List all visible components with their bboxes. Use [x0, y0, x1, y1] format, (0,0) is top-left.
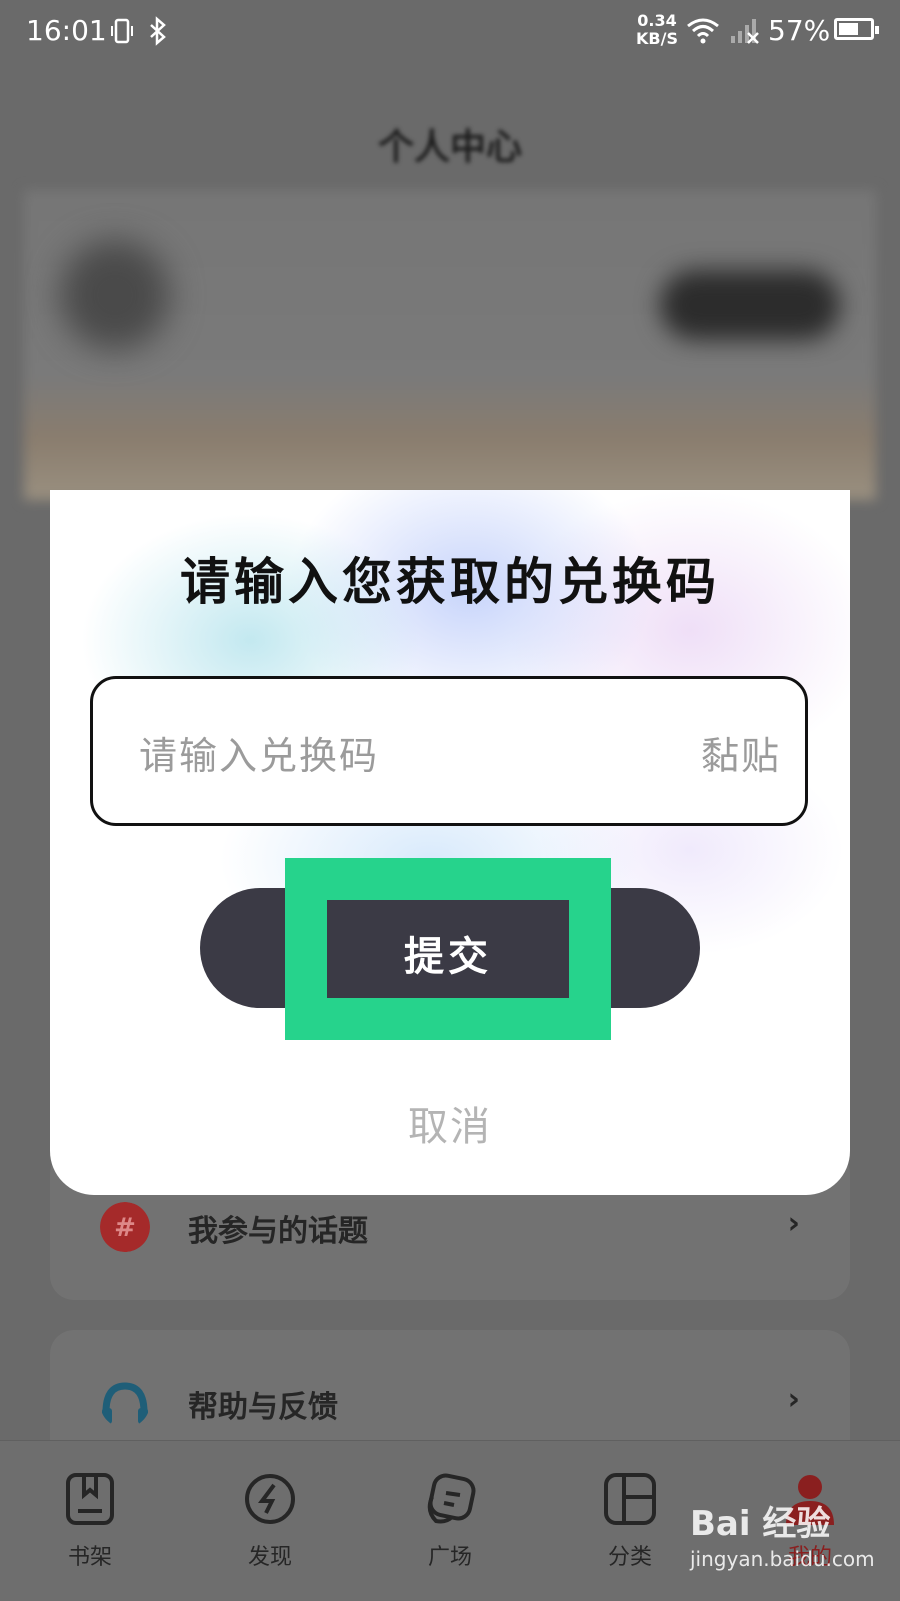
tab-label: 广场	[427, 1545, 472, 1570]
highlight-annotation: 提交	[285, 858, 611, 1040]
profile-action-button-blurred	[660, 270, 840, 340]
bluetooth-icon	[150, 16, 166, 46]
tab-square[interactable]: 广场	[390, 1471, 510, 1571]
avatar	[60, 240, 170, 350]
status-bar: 16:01 0.34 KB/S 57%	[0, 0, 900, 64]
submit-label: 提交	[404, 933, 492, 980]
chevron-right-icon: ›	[787, 1382, 800, 1417]
redeem-code-dialog: 请输入您获取的兑换码 请输入兑换码 黏贴 提交 取消	[50, 490, 850, 1195]
cellular-signal-icon	[731, 19, 759, 44]
battery-percent: 57%	[768, 14, 831, 47]
tab-category[interactable]: 分类	[570, 1471, 690, 1571]
baidu-jingyan-watermark: Bai 经验 jingyan.baidu.com	[690, 1496, 875, 1571]
cancel-button[interactable]: 取消	[50, 1094, 850, 1152]
tab-discover[interactable]: 发现	[210, 1471, 330, 1571]
row-label: 帮助与反馈	[188, 1390, 338, 1425]
submit-button-highlighted[interactable]: 提交	[327, 900, 569, 998]
compass-icon	[245, 1474, 295, 1524]
profile-header-blurred	[24, 190, 876, 500]
vibrate-icon	[111, 18, 133, 44]
bookshelf-icon	[66, 1473, 114, 1525]
tab-bookshelf[interactable]: 书架	[30, 1471, 150, 1571]
svg-text:#: #	[114, 1213, 136, 1243]
tab-label: 书架	[67, 1545, 112, 1570]
network-speed: 0.34 KB/S	[636, 12, 678, 48]
row-help-feedback[interactable]: 帮助与反馈 ›	[50, 1352, 850, 1452]
headset-icon	[102, 1382, 148, 1424]
battery-icon	[834, 18, 879, 40]
network-speed-unit: KB/S	[636, 29, 678, 48]
status-time: 16:01	[26, 14, 107, 47]
redeem-code-input[interactable]: 请输入兑换码 黏贴	[90, 676, 808, 826]
input-placeholder: 请输入兑换码	[139, 734, 380, 778]
watermark-url: jingyan.baidu.com	[690, 1547, 875, 1571]
dialog-title: 请输入您获取的兑换码	[180, 552, 720, 611]
chevron-right-icon: ›	[787, 1206, 800, 1241]
watermark-text: Bai 经验	[690, 1504, 831, 1544]
tab-label: 发现	[247, 1545, 292, 1570]
chat-square-icon	[427, 1473, 476, 1524]
category-grid-icon	[604, 1473, 656, 1525]
hashtag-icon: #	[100, 1202, 150, 1252]
wifi-icon	[687, 18, 719, 44]
row-label: 我参与的话题	[188, 1214, 368, 1249]
page-title: 个人中心	[377, 126, 522, 168]
tab-label: 分类	[607, 1545, 652, 1570]
network-speed-value: 0.34	[637, 11, 677, 30]
paste-button[interactable]: 黏贴	[701, 725, 781, 780]
